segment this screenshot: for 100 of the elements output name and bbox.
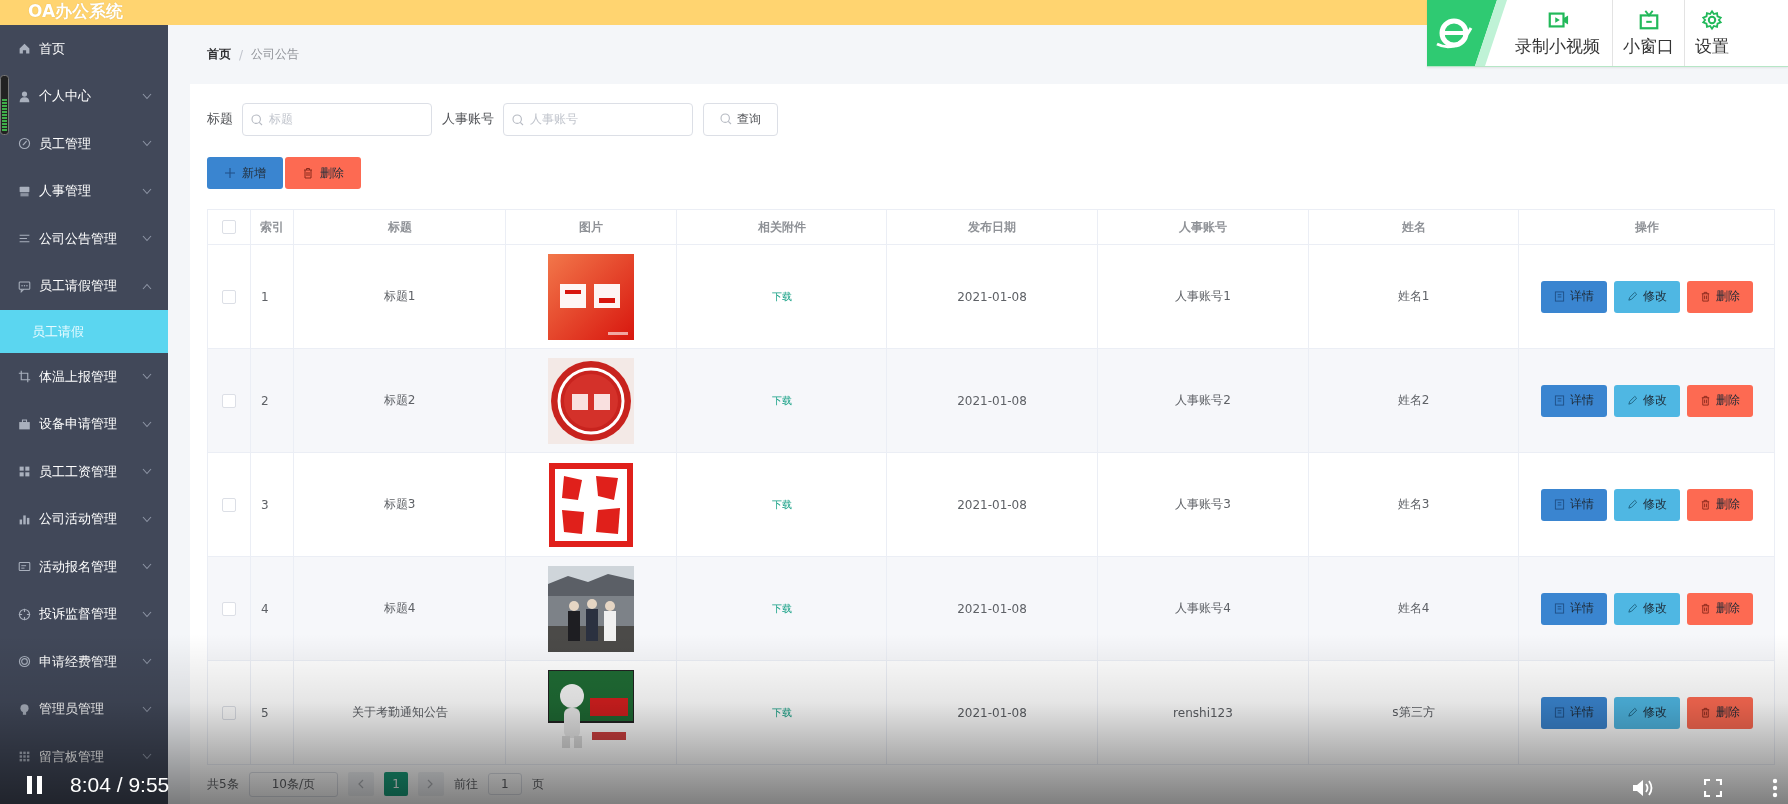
sidebar-item[interactable]: 首页: [0, 25, 168, 73]
column-header: 姓名: [1401, 219, 1426, 234]
checkbox[interactable]: [222, 393, 236, 408]
toolbar-button[interactable]: 设置: [1684, 0, 1739, 66]
edit-button[interactable]: 修改: [1613, 488, 1680, 521]
crosshair-icon: [18, 607, 31, 621]
table-cell: 人事账号2: [1175, 393, 1231, 407]
edit-button[interactable]: 修改: [1613, 280, 1680, 313]
column-header: 索引: [260, 219, 284, 234]
bulb-icon: [18, 702, 31, 716]
edit-button[interactable]: 修改: [1613, 592, 1680, 625]
toolbar-button[interactable]: 录制小视频: [1507, 0, 1612, 66]
table-cell: 人事账号1: [1175, 289, 1231, 303]
card-icon: [18, 560, 31, 574]
fullscreen-icon: [1704, 779, 1722, 797]
breadcrumb-separator: /: [239, 47, 244, 62]
briefcase-icon: [18, 417, 31, 431]
download-link[interactable]: 下载: [771, 291, 792, 302]
edit-button[interactable]: 修改: [1613, 384, 1680, 417]
detail-button[interactable]: 详情: [1540, 384, 1607, 417]
field-label: 人事账号: [442, 110, 494, 128]
sidebar-item[interactable]: 公司公告管理: [0, 215, 168, 263]
checkbox[interactable]: [222, 220, 236, 235]
sidebar-item[interactable]: 人事管理: [0, 167, 168, 215]
field-label: 标题: [207, 110, 233, 128]
table-cell: 3: [261, 497, 269, 512]
checkbox[interactable]: [222, 705, 236, 720]
column-header: 标题: [387, 219, 412, 234]
chevron-right-icon: [427, 779, 435, 789]
download-link[interactable]: 下载: [771, 395, 792, 406]
pencil-icon: [1626, 395, 1638, 406]
search-field[interactable]: 标题: [242, 102, 432, 136]
sidebar-item[interactable]: 员工工资管理: [0, 448, 168, 496]
page-unit: 页: [531, 775, 544, 793]
crop-icon: [18, 370, 31, 384]
total-count: 共5条: [207, 775, 239, 793]
next-page-button[interactable]: [417, 772, 444, 796]
breadcrumb-item: 公司公告: [251, 46, 300, 63]
file-icon: [1553, 707, 1565, 718]
stack-icon: [18, 184, 31, 198]
search-icon: [512, 113, 524, 126]
more-icon: [1772, 778, 1778, 798]
detail-button[interactable]: 详情: [1540, 592, 1607, 625]
pencil-icon: [1626, 291, 1638, 302]
sidebar-item[interactable]: 员工管理: [0, 120, 168, 168]
add-button[interactable]: 新增: [207, 157, 283, 189]
download-link[interactable]: 下载: [771, 707, 792, 718]
bar-chart-icon: [18, 512, 31, 526]
breadcrumb-item[interactable]: 首页: [207, 46, 231, 63]
sidebar-item[interactable]: 员工请假管理: [0, 262, 168, 310]
app-title: OA办公系统: [28, 0, 124, 22]
ring-icon: [18, 655, 31, 669]
detail-button[interactable]: 详情: [1540, 280, 1607, 313]
grid-icon: [18, 465, 31, 479]
sidebar-item[interactable]: 投诉监督管理: [0, 590, 168, 638]
sidebar-item[interactable]: 公司活动管理: [0, 495, 168, 543]
page-size-select[interactable]: 10条/页: [248, 771, 338, 797]
trash-icon: [1699, 395, 1711, 406]
delete-button[interactable]: 删除: [1686, 592, 1753, 625]
page-input[interactable]: 1: [487, 773, 522, 795]
pencil-icon: [1626, 707, 1638, 718]
table-cell: 2021-01-08: [957, 289, 1027, 304]
table-cell: 1: [261, 289, 269, 304]
sidebar-item[interactable]: 设备申请管理: [0, 400, 168, 448]
delete-button[interactable]: 删除: [1686, 696, 1753, 729]
volume-icon: [1632, 778, 1654, 798]
delete-button[interactable]: 删除: [1686, 280, 1753, 313]
edit-button[interactable]: 修改: [1613, 696, 1680, 729]
file-icon: [1553, 395, 1565, 406]
home-icon: [18, 42, 31, 56]
download-link[interactable]: 下载: [771, 603, 792, 614]
trash-icon: [302, 167, 314, 179]
column-header: 图片: [579, 219, 603, 234]
pencil-icon: [1626, 499, 1638, 510]
table-cell: 标题4: [383, 601, 416, 615]
prev-page-button[interactable]: [347, 772, 374, 796]
delete-button[interactable]: 删除: [1686, 384, 1753, 417]
table-cell: 5: [261, 705, 269, 720]
user-icon: [18, 89, 31, 103]
checkbox[interactable]: [222, 289, 236, 304]
sidebar-item[interactable]: 管理员管理: [0, 685, 168, 733]
checkbox[interactable]: [222, 497, 236, 512]
sidebar-item[interactable]: 申请经费管理: [0, 638, 168, 686]
sidebar-item[interactable]: 体温上报管理: [0, 353, 168, 401]
search-button[interactable]: 查询: [703, 102, 778, 136]
goto-label: 前往: [453, 775, 478, 793]
table-cell: 标题2: [383, 393, 416, 407]
table-cell: 2021-01-08: [957, 705, 1027, 720]
delete-button[interactable]: 删除: [1686, 488, 1753, 521]
table-cell: 姓名4: [1397, 601, 1430, 615]
column-header: 人事账号: [1179, 219, 1227, 234]
sidebar-item[interactable]: 活动报名管理: [0, 543, 168, 591]
checkbox[interactable]: [222, 601, 236, 616]
delete-button[interactable]: 删除: [285, 157, 361, 189]
detail-button[interactable]: 详情: [1540, 488, 1607, 521]
table-cell: 标题1: [383, 289, 416, 303]
download-link[interactable]: 下载: [771, 499, 792, 510]
toolbar-button[interactable]: 小窗口: [1612, 0, 1684, 66]
plus-icon: [224, 167, 236, 179]
playback-time: 8:04 / 9:55: [70, 773, 170, 797]
